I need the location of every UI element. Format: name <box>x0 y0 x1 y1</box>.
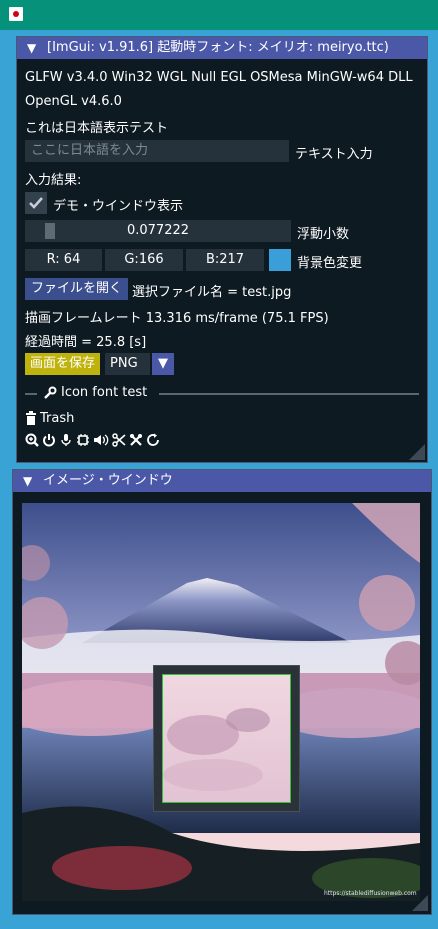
main-window-title-bar[interactable]: ▼ [ImGui: v1.91.6] 起動時フォント: メイリオ: meiryo… <box>17 37 427 59</box>
elapsed-time-text: 経過時間 = 25.8 [s] <box>25 335 147 350</box>
japan-flag-icon <box>9 7 23 21</box>
trash-label: Trash <box>40 411 75 426</box>
image-window-title: イメージ・ウインドウ <box>43 473 173 488</box>
glfw-info: GLFW v3.4.0 Win32 WGL Null EGL OSMesa Mi… <box>25 70 413 85</box>
collapse-arrow-icon[interactable]: ▼ <box>23 470 32 492</box>
open-file-button[interactable]: ファイルを開く <box>25 278 129 300</box>
image-window-title-bar[interactable]: ▼ イメージ・ウインドウ <box>13 470 431 492</box>
demo-window-label: デモ・ウインドウ表示 <box>53 199 184 214</box>
text-input-label: テキスト入力 <box>295 147 373 162</box>
separator-right <box>159 393 419 395</box>
image-watermark: https://stablediffusionweb.com <box>324 890 417 897</box>
japanese-test-text: これは日本語表示テスト <box>25 121 169 136</box>
chip-icon <box>77 434 89 446</box>
zoomed-blossom-image <box>163 675 290 802</box>
selected-file-text: 選択ファイル名 = test.jpg <box>132 285 292 300</box>
frame-rate-text: 描画フレームレート 13.316 ms/frame (75.1 FPS) <box>25 311 329 326</box>
demo-window-checkbox[interactable] <box>25 192 47 214</box>
wrench-icon <box>44 386 57 399</box>
resize-grip[interactable] <box>409 444 425 460</box>
separator-left <box>25 393 37 395</box>
input-result-label: 入力結果: <box>25 173 82 188</box>
tools-icon <box>130 434 142 446</box>
trash-icon <box>26 411 36 425</box>
zoom-in-icon <box>25 433 39 447</box>
zoom-preview <box>153 665 300 812</box>
power-icon <box>43 434 55 447</box>
combo-dropdown-icon[interactable]: ▼ <box>152 353 174 375</box>
refresh-icon <box>147 433 159 446</box>
color-r-field[interactable]: R: 64 <box>25 249 102 271</box>
icon-font-test-label: Icon font test <box>61 385 148 400</box>
slider-value: 0.077222 <box>126 223 190 238</box>
opengl-info: OpenGL v4.6.0 <box>25 94 122 109</box>
color-g-field[interactable]: G:166 <box>105 249 183 271</box>
main-window: ▼ [ImGui: v1.91.6] 起動時フォント: メイリオ: meiryo… <box>16 36 428 463</box>
slider-grab[interactable] <box>45 223 55 239</box>
main-window-title: [ImGui: v1.91.6] 起動時フォント: メイリオ: meiryo.t… <box>47 40 389 55</box>
float-slider-label: 浮動小数 <box>297 227 350 242</box>
zoom-preview-image <box>162 674 291 803</box>
text-input[interactable]: ここに日本語を入力 <box>25 140 289 162</box>
volume-icon <box>94 434 109 446</box>
scissors-icon <box>112 433 126 447</box>
color-b-field[interactable]: B:217 <box>186 249 264 271</box>
float-slider[interactable]: 0.077222 <box>25 220 291 242</box>
format-combo[interactable]: PNG <box>105 353 150 375</box>
color-label: 背景色変更 <box>297 256 363 271</box>
app-titlebar[interactable] <box>0 0 438 30</box>
color-swatch[interactable] <box>269 249 291 271</box>
collapse-arrow-icon[interactable]: ▼ <box>27 37 36 59</box>
save-screen-button[interactable]: 画面を保存 <box>25 353 101 375</box>
icon-row <box>25 433 160 447</box>
microphone-icon <box>61 434 71 446</box>
image-resize-grip[interactable] <box>412 895 428 911</box>
checkmark-icon <box>29 197 43 209</box>
